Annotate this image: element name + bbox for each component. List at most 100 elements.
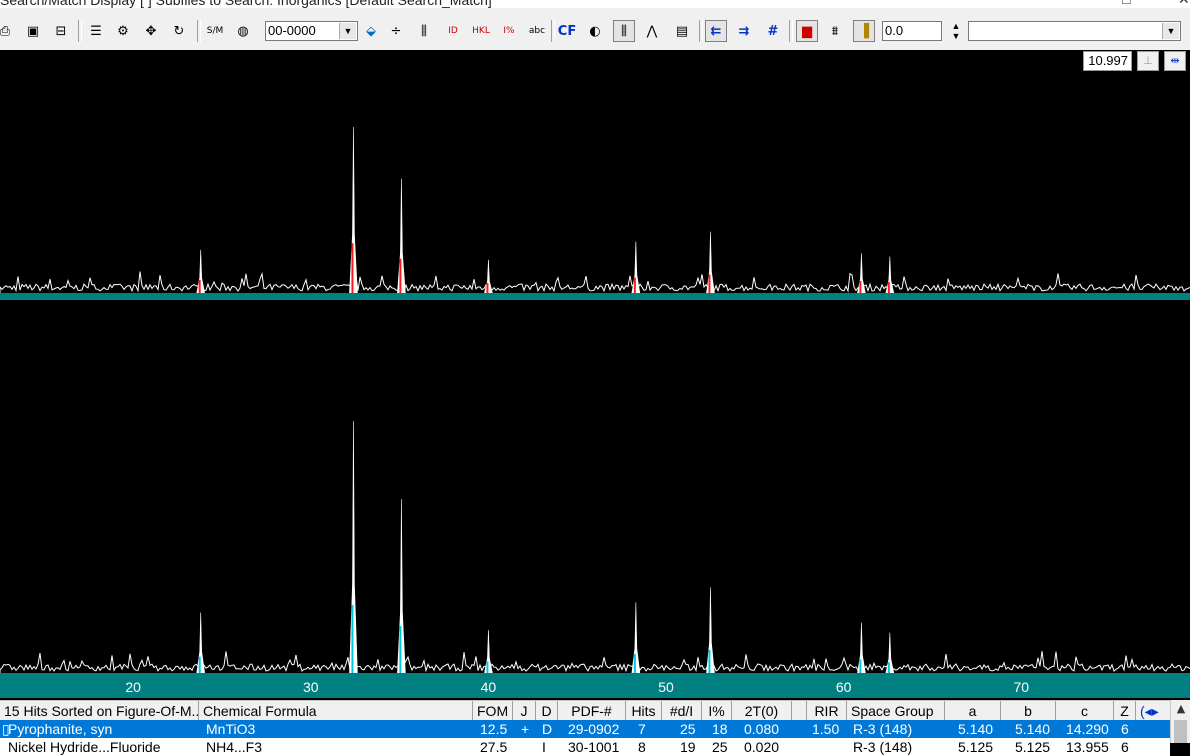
two-theta-axis: 20 30 40 50 60 70 — [0, 676, 1190, 698]
cell-formula: NH4...F3 — [206, 739, 263, 755]
header-hits[interactable]: Hits — [626, 701, 662, 721]
cell-fom: 12.5 — [480, 721, 508, 737]
cell-a: 5.125 — [958, 739, 994, 755]
split-icon[interactable]: ÷ — [385, 20, 407, 42]
header-c[interactable]: c — [1056, 701, 1114, 721]
cell-two-theta-zero: 0.080 — [744, 721, 780, 737]
cell-i-percent: 25 — [712, 739, 728, 755]
toolbar-separator — [197, 20, 201, 42]
plot-background — [0, 303, 1190, 676]
toolbar-separator — [789, 20, 793, 42]
fit-width-icon[interactable]: ⇹ — [1164, 51, 1186, 71]
cell-j: + — [521, 721, 530, 737]
cell-rir: 1.50 — [812, 721, 840, 737]
toolbar: ⎙ ▣ ⊟ ☰ ⚙ ✥ ↻ S/M ◍ 00-0000 ▼ ⬙ ÷ ⫼ ID H… — [0, 8, 1190, 51]
results-scrollbar[interactable]: ▲ — [1170, 700, 1190, 743]
header-i-percent[interactable]: I% — [702, 701, 732, 721]
cell-b: 5.125 — [1015, 739, 1051, 755]
x-tick-label: 60 — [835, 679, 852, 695]
x-tick-label: 20 — [125, 679, 141, 695]
offset-spinner[interactable]: ▲ ▼ — [950, 21, 962, 41]
filter-select[interactable]: ▼ — [968, 21, 1181, 41]
header-chemical-formula[interactable]: Chemical Formula — [199, 701, 473, 721]
cell-name: Nickel Hydride...Fluoride — [8, 739, 161, 755]
save-icon[interactable]: ▣ — [22, 20, 44, 42]
cell-space-group: R-3 (148) — [853, 739, 913, 755]
cell-d: I — [542, 739, 546, 755]
print-icon[interactable]: ⎙ — [0, 20, 16, 42]
cell-c: 13.955 — [1066, 739, 1109, 755]
zoom-field[interactable]: 10.997 — [1083, 51, 1132, 71]
toolbar-separator — [551, 20, 555, 42]
move-icon[interactable]: ✥ — [140, 20, 162, 42]
settings-icon[interactable]: ⚙ — [112, 20, 134, 42]
header-space-group[interactable]: Space Group — [847, 701, 945, 721]
printer-icon[interactable]: ⊟ — [50, 20, 72, 42]
chevron-down-icon[interactable]: ▼ — [1162, 23, 1179, 39]
contrast-icon[interactable]: ◐ — [584, 20, 606, 42]
header-z[interactable]: Z — [1114, 701, 1136, 721]
offset-field[interactable]: 0.0 — [882, 21, 942, 41]
highlight-icon[interactable]: ▐ — [853, 20, 875, 42]
header-two-theta-zero[interactable]: 2T(0) — [732, 701, 792, 721]
header-j[interactable]: J — [513, 701, 536, 721]
cf-icon[interactable]: CF — [556, 20, 578, 42]
chevron-down-icon[interactable]: ▼ — [339, 23, 356, 39]
cell-z: 6 — [1121, 721, 1129, 737]
header-fom[interactable]: FOM — [473, 701, 513, 721]
cell-z: 6 — [1121, 739, 1129, 755]
reference-overlay-plot[interactable] — [0, 303, 1190, 676]
globe-icon[interactable]: ◍ — [232, 20, 254, 42]
x-tick-label: 50 — [658, 679, 674, 695]
header-summary[interactable]: 15 Hits Sorted on Figure-Of-M... — [0, 701, 199, 721]
hkl-icon[interactable]: HKL — [470, 20, 492, 42]
window-title-bar: Search/Match Display [ ] Subfiles to Sea… — [0, 0, 1190, 8]
shift-left-icon[interactable]: ⇇ — [705, 20, 727, 42]
close-icon[interactable]: ✕ — [1178, 0, 1190, 8]
pdf-number-select[interactable]: 00-0000 ▼ — [265, 21, 358, 41]
id-stick-icon[interactable]: ID — [442, 20, 464, 42]
scroll-up-icon[interactable]: ▲ — [1171, 702, 1190, 715]
header-spacer — [792, 701, 807, 721]
window-icon[interactable]: ▤ — [671, 20, 693, 42]
overlay-icon[interactable]: ⩩ — [824, 20, 846, 42]
offset-value: 0.0 — [885, 23, 904, 38]
header-d-i[interactable]: #d/I — [662, 701, 702, 721]
header-d[interactable]: D — [536, 701, 558, 721]
x-tick-label: 70 — [1013, 679, 1030, 695]
abc-icon[interactable]: abc — [526, 20, 548, 42]
shift-right-icon[interactable]: ⇉ — [733, 20, 755, 42]
table-row-selected[interactable]: ▯ Pyrophanite, syn MnTiO3 12.5 + D 29-09… — [0, 720, 1170, 738]
x-tick-label: 30 — [303, 679, 319, 695]
pdf-number-value: 00-0000 — [268, 23, 316, 38]
window-title: Search/Match Display [ ] Subfiles to Sea… — [0, 0, 492, 8]
cell-d-i: 25 — [680, 721, 696, 737]
cell-d-i: 19 — [680, 739, 696, 755]
cell-formula: MnTiO3 — [206, 721, 256, 737]
toolbar-separator — [78, 20, 82, 42]
header-pdf-number[interactable]: PDF-# — [558, 701, 626, 721]
table-row[interactable]: Nickel Hydride...Fluoride NH4...F3 27.5 … — [0, 738, 1170, 756]
plot-baseline — [0, 293, 1190, 300]
hash-icon[interactable]: # — [762, 20, 784, 42]
header-b[interactable]: b — [1001, 701, 1056, 721]
cell-c: 14.290 — [1066, 721, 1109, 737]
zoom-in-icon[interactable]: ⊥ — [1137, 51, 1159, 71]
color-icon[interactable]: ▆ — [796, 20, 818, 42]
header-a[interactable]: a — [945, 701, 1001, 721]
maximize-icon[interactable]: □ — [1122, 0, 1130, 7]
list-icon[interactable]: ☰ — [85, 20, 107, 42]
profile-icon[interactable]: ⋀ — [641, 20, 663, 42]
sm-icon[interactable]: S/M — [204, 20, 226, 42]
gem-icon[interactable]: ⬙ — [360, 20, 382, 42]
stick-pattern-icon[interactable]: ⫼ — [413, 20, 435, 42]
cell-name: Pyrophanite, syn — [8, 721, 113, 737]
rotate-icon[interactable]: ↻ — [168, 20, 190, 42]
peak-icon[interactable]: ⫼ — [613, 20, 635, 42]
measured-pattern-plot[interactable] — [0, 50, 1190, 303]
cell-pdf-number: 29-0902 — [568, 721, 620, 737]
column-scroll-icon[interactable]: (◂▸ — [1136, 701, 1170, 721]
scroll-thumb[interactable] — [1174, 720, 1187, 743]
header-rir[interactable]: RIR — [807, 701, 847, 721]
intensity-icon[interactable]: I% — [498, 20, 520, 42]
